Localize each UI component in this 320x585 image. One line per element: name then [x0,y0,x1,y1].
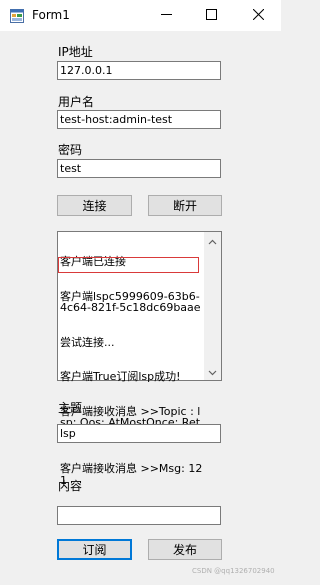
maximize-icon [206,8,217,23]
publish-button[interactable]: 发布 [148,539,222,560]
topic-input[interactable]: lsp [57,424,221,443]
scroll-up-arrow[interactable] [204,232,221,249]
content-input[interactable] [57,506,221,525]
close-button[interactable] [236,0,281,31]
title-bar[interactable]: Form1 [0,0,281,31]
disconnect-button[interactable]: 断开 [148,195,222,216]
watermark: CSDN @qq1326702940 [192,567,275,575]
window-title: Form1 [32,8,70,22]
content-label: 内容 [58,479,83,493]
minimize-button[interactable] [144,0,189,31]
close-icon [252,8,265,23]
log-line: 客户端已连接 [60,255,126,268]
log-line-highlighted: 客户端True订阅lsp成功! [60,370,181,383]
message-log[interactable]: 客户端已连接 客户端lspc5999609-63b6-4c64-821f-5c1… [57,231,222,486]
log-line: 尝试连接... [60,335,115,349]
chevron-up-icon [208,234,217,248]
form-window-icon [10,9,24,23]
username-input[interactable]: test-host:admin-test [57,110,221,129]
log-line: 客户端lspc5999609-63b6-4c64-821f-5c18dc69ba… [60,289,201,314]
connect-button[interactable]: 连接 [57,195,132,216]
maximize-button[interactable] [189,0,234,31]
ip-label: IP地址 [58,45,93,59]
log-scrollbar[interactable] [204,232,221,380]
chevron-down-icon [208,365,217,379]
ip-address-input[interactable]: 127.0.0.1 [57,61,221,80]
minimize-icon [161,9,172,23]
topic-label: 主题 [58,401,83,415]
scroll-down-arrow[interactable] [204,363,221,380]
subscribe-button[interactable]: 订阅 [57,539,132,560]
password-label: 密码 [58,143,83,157]
username-label: 用户名 [58,95,95,109]
password-input[interactable]: test [57,159,221,178]
